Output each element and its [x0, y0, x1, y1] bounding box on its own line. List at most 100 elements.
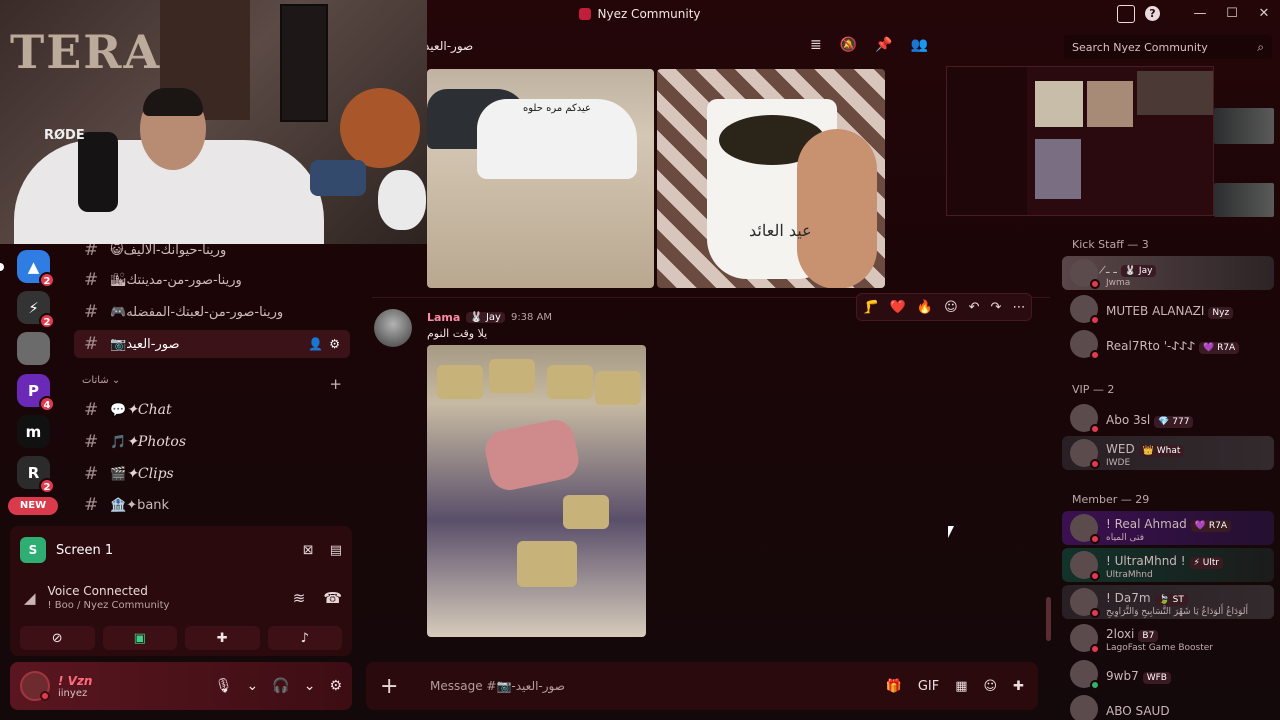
member-banner [1214, 183, 1274, 217]
server-icon-1[interactable]: ▲ 2 [17, 250, 55, 288]
inbox-icon[interactable] [1117, 4, 1135, 23]
server-icon-3[interactable] [17, 332, 50, 365]
status-dot [40, 691, 50, 701]
settings-icon[interactable]: ⚙ [329, 337, 340, 351]
badge: 2 [39, 313, 55, 329]
search-bar[interactable]: Search Nyez Community ⌕ [1064, 35, 1272, 59]
member-name: Real7Rto '-𐰀𐰀𐰀 [1106, 338, 1195, 353]
pillow [489, 359, 535, 393]
reaction-fire-icon[interactable]: 🔥 [917, 300, 933, 315]
channel-emoji: 💬 [110, 402, 127, 418]
channel-item[interactable]: # 🎵 ✦Photos [74, 428, 350, 456]
hash-icon: # [84, 270, 99, 290]
member-item[interactable]: 2loxi B7 LagoFast Game Booster [1062, 621, 1274, 655]
member-item[interactable]: ! Real Ahmad 💜 R7A فتى المياه [1062, 511, 1274, 545]
add-attachment-icon[interactable]: + [380, 674, 410, 699]
member-name: 9wb7 [1106, 668, 1139, 683]
screen-share-button[interactable]: ▣ [102, 626, 177, 650]
hash-icon: # [84, 495, 99, 515]
badge: 4 [39, 396, 55, 412]
image-coffee[interactable]: عيد العائد [657, 69, 885, 288]
avatar [1070, 624, 1100, 654]
emoji-icon[interactable]: ☺ [984, 679, 998, 694]
blanket [481, 416, 583, 494]
image-car[interactable]: عيدكم مره حلوه [427, 69, 654, 288]
channel-emoji: 🎵 [110, 434, 127, 450]
member-item[interactable]: MUTEB ALANAZI Nyz [1062, 292, 1274, 326]
server-icon-6[interactable]: R2 [17, 456, 55, 494]
more-icon[interactable]: ⋯ [1012, 300, 1025, 315]
channel-item[interactable]: # 🎬 ✦Clips [74, 460, 350, 488]
sticker-icon[interactable]: ▦ [955, 679, 967, 694]
avatar[interactable] [20, 671, 50, 701]
window-title: Nyez Community [579, 7, 701, 21]
chevron-down-icon[interactable]: ⌄ [247, 678, 259, 694]
member-item[interactable]: ABO SAUD [1062, 692, 1274, 720]
member-item[interactable]: WED 👑 What IWDE [1062, 436, 1274, 470]
member-list-icon[interactable]: 👥 [911, 37, 928, 53]
gif-icon[interactable]: GIF [918, 679, 939, 694]
window-controls: ? — ☐ ✕ [1117, 0, 1280, 27]
add-channel-icon[interactable]: + [329, 375, 342, 393]
server-icon-2[interactable]: ⚡ 2 [17, 291, 55, 329]
server-icon-5[interactable]: m [17, 415, 50, 448]
stop-stream-icon[interactable]: ⊠ [303, 543, 314, 558]
channel-item[interactable]: # 🏦 ✦bank [74, 491, 350, 519]
stream-preview[interactable] [946, 66, 1214, 216]
add-reaction-icon[interactable]: ☺ [944, 300, 958, 315]
noise-suppression-icon[interactable]: ≋ [293, 589, 306, 607]
reaction-leg-icon[interactable]: 🦵 [863, 300, 879, 315]
channel-name: ✦Chat [126, 402, 172, 418]
author-avatar[interactable] [374, 309, 412, 347]
member-item[interactable]: ـ ـ̷ 🐰 Jay Jwma [1062, 256, 1274, 290]
minimize-button[interactable]: — [1184, 6, 1216, 21]
voice-status[interactable]: Voice Connected [48, 584, 170, 598]
message-input[interactable]: Message #📷-صور-العيد [430, 679, 565, 693]
mute-bell-icon[interactable]: 🔕 [840, 37, 857, 53]
hash-icon: # [84, 334, 99, 354]
member-tag: ⚡ Ultr [1189, 557, 1224, 569]
close-button[interactable]: ✕ [1248, 6, 1280, 21]
member-item[interactable]: ! UltraMhnd ! ⚡ Ultr UltraMhnd [1062, 548, 1274, 582]
forward-icon[interactable]: ↷ [991, 300, 1002, 315]
badge: 2 [39, 272, 55, 288]
member-item[interactable]: Abo 3sl 💎 777 [1062, 401, 1274, 435]
channel-item[interactable]: # 💬 ✦Chat [74, 396, 350, 424]
invite-icon[interactable]: 👤 [308, 337, 323, 351]
server-icon-4[interactable]: P4 [17, 374, 55, 412]
pin-icon[interactable]: 📌 [875, 37, 892, 53]
search-input[interactable]: Search Nyez Community [1072, 41, 1208, 54]
soundboard-button[interactable]: ♪ [267, 626, 342, 650]
headphones-icon[interactable]: 🎧 [272, 678, 289, 694]
maximize-button[interactable]: ☐ [1216, 6, 1248, 21]
popout-icon[interactable]: ▤ [330, 543, 342, 558]
chat-scrollbar[interactable] [1046, 597, 1051, 641]
member-item[interactable]: Real7Rto '-𐰀𐰀𐰀 💜 R7A [1062, 327, 1274, 361]
reply-icon[interactable]: ↶ [969, 300, 980, 315]
message-author[interactable]: Lama [427, 311, 460, 324]
member-item[interactable]: 9wb7 WFB [1062, 657, 1274, 691]
message-time: 9:38 AM [510, 312, 553, 323]
activities-button[interactable]: ✚ [185, 626, 260, 650]
image-bedroom[interactable] [427, 345, 646, 637]
chevron-down-icon[interactable]: ⌄ [304, 678, 316, 694]
member-item[interactable]: ! Da7m 🍃 ST أَلوَدَاعُ أَلوَدَاعُ يَا شَهْ… [1062, 585, 1274, 619]
message-composer[interactable]: + Message #📷-صور-العيد 🎁 GIF ▦ ☺ ✚ [366, 662, 1038, 710]
reaction-heart-icon[interactable]: ❤️ [890, 300, 906, 315]
voice-location[interactable]: ! Boo / Nyez Community [48, 600, 170, 611]
new-badge[interactable]: NEW [8, 497, 58, 515]
help-icon[interactable]: ? [1145, 6, 1160, 21]
pillow [563, 495, 609, 529]
channel-item[interactable]: # 🏙 ورينا-صور-من-مدينتك [74, 266, 350, 294]
microphone-icon[interactable]: 🎙 [215, 678, 233, 694]
threads-icon[interactable]: ≣ [810, 37, 822, 53]
disconnect-icon[interactable]: ☎ [323, 589, 342, 607]
gift-icon[interactable]: 🎁 [886, 679, 902, 694]
category-header[interactable]: شاتات ⌄ + [82, 375, 342, 393]
screen-share-row: S Screen 1 ⊠ ▤ [20, 536, 342, 564]
channel-item-active[interactable]: # 📷 صور-العيد 👤 ⚙ [74, 330, 350, 358]
camera-off-button[interactable]: ⊘ [20, 626, 95, 650]
channel-item[interactable]: # 🎮 ورينا-صور-من-لعبتك-المفضله [74, 298, 350, 326]
gear-icon[interactable]: ⚙ [329, 678, 342, 694]
apps-icon[interactable]: ✚ [1013, 679, 1024, 694]
